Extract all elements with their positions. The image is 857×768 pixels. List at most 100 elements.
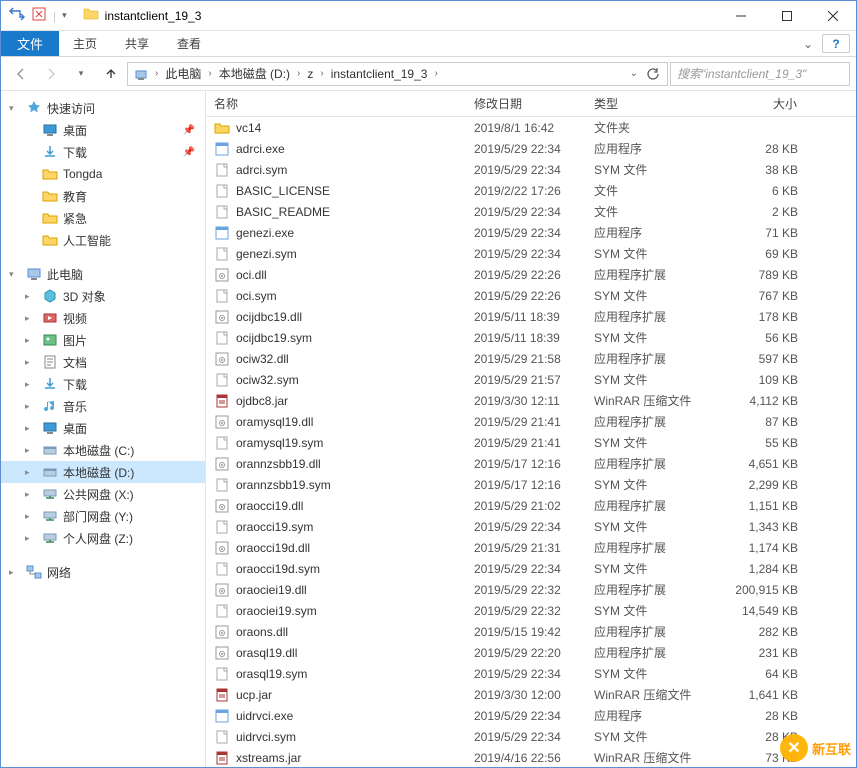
tree-item[interactable]: ▸下载 <box>1 373 205 395</box>
col-type[interactable]: 类型 <box>586 91 726 116</box>
file-row[interactable]: oramysql19.dll2019/5/29 21:41应用程序扩展87 KB <box>206 411 856 432</box>
file-row[interactable]: ucp.jar2019/3/30 12:00WinRAR 压缩文件1,641 K… <box>206 684 856 705</box>
file-row[interactable]: adrci.sym2019/5/29 22:34SYM 文件38 KB <box>206 159 856 180</box>
breadcrumb-seg[interactable]: instantclient_19_3 <box>327 63 432 85</box>
tab-view[interactable]: 查看 <box>163 31 215 56</box>
breadcrumb-seg[interactable]: 本地磁盘 (D:) <box>215 63 294 85</box>
tree-item[interactable]: ▸个人网盘 (Z:) <box>1 527 205 549</box>
file-row[interactable]: ociw32.sym2019/5/29 21:57SYM 文件109 KB <box>206 369 856 390</box>
file-row[interactable]: BASIC_LICENSE2019/2/22 17:26文件6 KB <box>206 180 856 201</box>
expand-ribbon-icon[interactable]: ⌄ <box>794 31 822 56</box>
address-dropdown-icon[interactable]: ⌄ <box>627 68 641 79</box>
tree-item[interactable]: ▸音乐 <box>1 395 205 417</box>
expand-icon[interactable]: ▸ <box>25 445 37 456</box>
file-row[interactable]: oci.sym2019/5/29 22:26SYM 文件767 KB <box>206 285 856 306</box>
file-row[interactable]: oramysql19.sym2019/5/29 21:41SYM 文件55 KB <box>206 432 856 453</box>
breadcrumb-chevron-icon[interactable]: › <box>294 68 303 79</box>
search-box[interactable] <box>670 62 850 86</box>
col-date[interactable]: 修改日期 <box>466 91 586 116</box>
tree-item[interactable]: ▸视频 <box>1 307 205 329</box>
nav-tree[interactable]: ▾ 快速访问 桌面📌下载📌Tongda教育紧急人工智能 ▾ 此电脑 ▸3D 对象… <box>1 91 206 767</box>
file-row[interactable]: oraons.dll2019/5/15 19:42应用程序扩展282 KB <box>206 621 856 642</box>
back-button[interactable] <box>7 60 35 88</box>
tree-this-pc[interactable]: ▾ 此电脑 <box>1 263 205 285</box>
recent-dropdown[interactable]: ▾ <box>67 60 95 88</box>
breadcrumb-seg[interactable]: z <box>303 63 317 85</box>
file-row[interactable]: ocijdbc19.dll2019/5/11 18:39应用程序扩展178 KB <box>206 306 856 327</box>
file-row[interactable]: xstreams.jar2019/4/16 22:56WinRAR 压缩文件73… <box>206 747 856 767</box>
file-row[interactable]: oraocci19.dll2019/5/29 21:02应用程序扩展1,151 … <box>206 495 856 516</box>
tree-item[interactable]: ▸公共网盘 (X:) <box>1 483 205 505</box>
file-row[interactable]: orannzsbb19.sym2019/5/17 12:16SYM 文件2,29… <box>206 474 856 495</box>
file-row[interactable]: ociw32.dll2019/5/29 21:58应用程序扩展597 KB <box>206 348 856 369</box>
maximize-button[interactable] <box>764 1 810 31</box>
tree-item[interactable]: ▸3D 对象 <box>1 285 205 307</box>
expand-icon[interactable]: ▸ <box>25 357 37 368</box>
col-size[interactable]: 大小 <box>726 91 806 116</box>
file-list[interactable]: 名称 修改日期 类型 大小 vc142019/8/1 16:42文件夹adrci… <box>206 91 856 767</box>
tree-item[interactable]: 桌面📌 <box>1 119 205 141</box>
properties-icon[interactable] <box>31 6 47 25</box>
file-row[interactable]: adrci.exe2019/5/29 22:34应用程序28 KB <box>206 138 856 159</box>
expand-icon[interactable]: ▸ <box>25 313 37 324</box>
tree-item[interactable]: ▸图片 <box>1 329 205 351</box>
tree-item[interactable]: Tongda <box>1 163 205 185</box>
tree-item[interactable]: 教育 <box>1 185 205 207</box>
breadcrumb-chevron-icon[interactable]: › <box>431 68 440 79</box>
tree-item[interactable]: 下载📌 <box>1 141 205 163</box>
tab-home[interactable]: 主页 <box>59 31 111 56</box>
tree-item[interactable]: ▸本地磁盘 (D:) <box>1 461 205 483</box>
file-row[interactable]: oraocci19d.sym2019/5/29 22:34SYM 文件1,284… <box>206 558 856 579</box>
expand-icon[interactable]: ▸ <box>25 335 37 346</box>
expand-icon[interactable]: ▸ <box>25 511 37 522</box>
up-button[interactable] <box>97 60 125 88</box>
qat-dropdown-icon[interactable]: ▾ <box>62 10 67 21</box>
file-row[interactable]: ocijdbc19.sym2019/5/11 18:39SYM 文件56 KB <box>206 327 856 348</box>
tree-item[interactable]: ▸文档 <box>1 351 205 373</box>
file-row[interactable]: orannzsbb19.dll2019/5/17 12:16应用程序扩展4,65… <box>206 453 856 474</box>
file-row[interactable]: oraocci19d.dll2019/5/29 21:31应用程序扩展1,174… <box>206 537 856 558</box>
file-row[interactable]: oraociei19.dll2019/5/29 22:32应用程序扩展200,9… <box>206 579 856 600</box>
tree-quick-access[interactable]: ▾ 快速访问 <box>1 97 205 119</box>
minimize-button[interactable] <box>718 1 764 31</box>
breadcrumb-seg[interactable]: 此电脑 <box>161 63 205 85</box>
expand-icon[interactable]: ▸ <box>25 291 37 302</box>
file-row[interactable]: oraocci19.sym2019/5/29 22:34SYM 文件1,343 … <box>206 516 856 537</box>
tab-share[interactable]: 共享 <box>111 31 163 56</box>
file-tab[interactable]: 文件 <box>1 31 59 56</box>
forward-button[interactable] <box>37 60 65 88</box>
tree-item[interactable]: 人工智能 <box>1 229 205 251</box>
tree-item[interactable]: 紧急 <box>1 207 205 229</box>
file-row[interactable]: vc142019/8/1 16:42文件夹 <box>206 117 856 138</box>
expand-icon[interactable]: ▸ <box>25 533 37 544</box>
file-row[interactable]: oraociei19.sym2019/5/29 22:32SYM 文件14,54… <box>206 600 856 621</box>
tree-item[interactable]: ▸桌面 <box>1 417 205 439</box>
expand-icon[interactable]: ▸ <box>25 489 37 500</box>
file-row[interactable]: oci.dll2019/5/29 22:26应用程序扩展789 KB <box>206 264 856 285</box>
file-row[interactable]: BASIC_README2019/5/29 22:34文件2 KB <box>206 201 856 222</box>
tree-item[interactable]: ▸部门网盘 (Y:) <box>1 505 205 527</box>
file-row[interactable]: orasql19.dll2019/5/29 22:20应用程序扩展231 KB <box>206 642 856 663</box>
help-button[interactable]: ? <box>822 34 850 53</box>
nav-arrows-icon[interactable] <box>9 6 25 25</box>
file-row[interactable]: genezi.sym2019/5/29 22:34SYM 文件69 KB <box>206 243 856 264</box>
expand-icon[interactable]: ▸ <box>25 401 37 412</box>
expand-icon[interactable]: ▸ <box>25 467 37 478</box>
file-row[interactable]: uidrvci.sym2019/5/29 22:34SYM 文件28 KB <box>206 726 856 747</box>
breadcrumb-chevron-icon[interactable]: › <box>152 68 161 79</box>
file-row[interactable]: ojdbc8.jar2019/3/30 12:11WinRAR 压缩文件4,11… <box>206 390 856 411</box>
close-button[interactable] <box>810 1 856 31</box>
file-row[interactable]: uidrvci.exe2019/5/29 22:34应用程序28 KB <box>206 705 856 726</box>
collapse-icon[interactable]: ▾ <box>9 269 21 280</box>
search-input[interactable] <box>677 67 843 81</box>
address-bar[interactable]: › 此电脑 › 本地磁盘 (D:) › z › instantclient_19… <box>127 62 668 86</box>
address-root-icon[interactable] <box>130 63 152 85</box>
breadcrumb-chevron-icon[interactable]: › <box>317 68 326 79</box>
expand-icon[interactable]: ▸ <box>9 567 21 578</box>
file-row[interactable]: orasql19.sym2019/5/29 22:34SYM 文件64 KB <box>206 663 856 684</box>
col-name[interactable]: 名称 <box>206 91 466 116</box>
tree-item[interactable]: ▸本地磁盘 (C:) <box>1 439 205 461</box>
expand-icon[interactable]: ▸ <box>25 379 37 390</box>
tree-network[interactable]: ▸ 网络 <box>1 561 205 583</box>
collapse-icon[interactable]: ▾ <box>9 103 21 114</box>
